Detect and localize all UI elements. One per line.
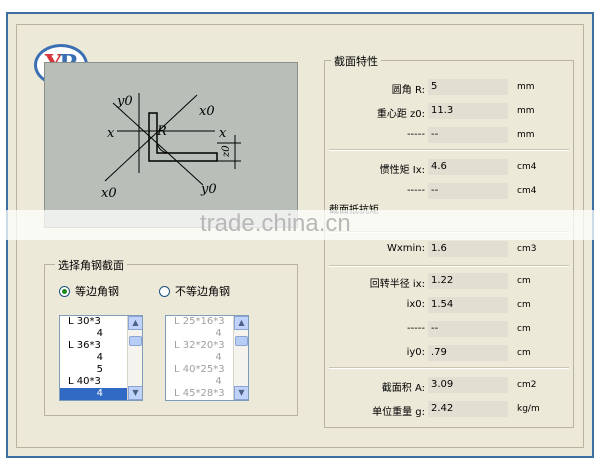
- scroll-up-arrow-icon[interactable]: ▲: [234, 316, 248, 330]
- property-label: -----: [406, 323, 425, 334]
- property-unit: cm: [517, 324, 531, 334]
- property-row: ----- -- cm: [325, 321, 575, 337]
- equal-angle-listbox[interactable]: L 30*3 4L 36*3 4 5L 40*3 4 ▲ ▼: [59, 315, 143, 401]
- scroll-up-arrow-icon[interactable]: ▲: [128, 316, 142, 330]
- section-drawing: y0 x0 x x R z0 x0 y0: [44, 62, 298, 228]
- label-x-right: x: [219, 126, 227, 141]
- property-unit: mm: [517, 106, 535, 116]
- property-row: iy0: .79 cm: [325, 345, 575, 361]
- scroll-thumb[interactable]: [235, 336, 248, 346]
- property-value-field: 1.6: [428, 241, 508, 257]
- separator-line: [329, 265, 569, 267]
- radio-unequal-dot[interactable]: [159, 285, 170, 297]
- label-x0-bottom: x0: [101, 186, 117, 201]
- radio-unequal-angle[interactable]: 不等边角钢: [159, 283, 230, 299]
- property-row: ----- -- mm: [325, 127, 575, 143]
- property-row: ----- -- cm4: [325, 183, 575, 199]
- property-unit: cm: [517, 348, 531, 358]
- property-label: Wxmin:: [386, 243, 425, 254]
- property-value-field: 4.6: [428, 159, 508, 175]
- property-unit: mm: [517, 130, 535, 140]
- property-row: 单位重量 g: 2.42 kg/m: [325, 401, 575, 418]
- property-unit: cm3: [517, 244, 537, 254]
- property-value-field: 11.3: [428, 103, 508, 119]
- property-unit: cm: [517, 300, 531, 310]
- label-r: R: [156, 124, 167, 139]
- property-label: 圆角 R:: [391, 85, 425, 96]
- property-value-field: 3.09: [428, 377, 508, 393]
- property-row: 圆角 R: 5 mm: [325, 79, 575, 96]
- property-row: Wxmin: 1.6 cm3: [325, 241, 575, 257]
- property-unit: cm4: [517, 162, 537, 172]
- angle-section-diagram: y0 x0 x x R z0 x0 y0: [101, 93, 241, 201]
- angle-selection-group: 选择角钢截面 等边角钢 不等边角钢 L 30*3 4L 36*3 4 5L 40…: [44, 257, 298, 416]
- unequal-list-scrollbar[interactable]: ▲ ▼: [233, 316, 248, 400]
- separator-line: [329, 149, 569, 151]
- radio-unequal-label: 不等边角钢: [175, 285, 230, 298]
- property-label: 截面积 A:: [381, 383, 425, 394]
- property-label: 单位重量 g:: [372, 407, 425, 418]
- property-row: 重心距 z0: 11.3 mm: [325, 103, 575, 120]
- property-value-field: .79: [428, 345, 508, 361]
- equal-list-scrollbar[interactable]: ▲ ▼: [127, 316, 142, 400]
- property-row: 截面积 A: 3.09 cm2: [325, 377, 575, 394]
- property-unit: cm: [517, 276, 531, 286]
- property-value-field: --: [428, 183, 508, 199]
- radio-equal-dot[interactable]: [59, 285, 70, 297]
- label-x-left: x: [107, 126, 115, 141]
- label-z0: z0: [221, 145, 232, 158]
- property-label: 惯性矩 Ix:: [379, 165, 425, 176]
- label-y0-bottom: y0: [200, 182, 217, 197]
- property-value-field: 1.22: [428, 273, 508, 289]
- property-unit: cm4: [517, 186, 537, 196]
- label-x0-top: x0: [199, 104, 215, 119]
- property-unit: cm2: [517, 380, 537, 390]
- property-unit: mm: [517, 82, 535, 92]
- property-label: -----: [406, 129, 425, 140]
- scroll-down-arrow-icon[interactable]: ▼: [128, 386, 142, 400]
- section-properties-group: 截面特性 圆角 R: 5 mm 重心距 z0: 11.3 mm ----- -- mm 惯性矩 I…: [324, 53, 575, 428]
- scroll-down-arrow-icon[interactable]: ▼: [234, 386, 248, 400]
- scroll-thumb[interactable]: [129, 336, 142, 346]
- unequal-angle-listbox[interactable]: L 25*16*3 4L 32*20*3 4L 40*25*3 4L 45*28…: [165, 315, 249, 401]
- property-label: 回转半径 ix:: [369, 279, 425, 290]
- property-row: ix0: 1.54 cm: [325, 297, 575, 313]
- property-label: ix0:: [406, 299, 425, 310]
- y0-axis-line: [112, 102, 204, 186]
- property-value-field: 5: [428, 79, 508, 95]
- property-unit: kg/m: [517, 404, 540, 414]
- watermark-text: trade.china.cn: [200, 210, 351, 237]
- property-value-field: --: [428, 321, 508, 337]
- radio-equal-angle[interactable]: 等边角钢: [59, 283, 119, 299]
- property-label: 重心距 z0:: [376, 109, 425, 120]
- property-label: iy0:: [406, 347, 425, 358]
- property-value-field: 2.42: [428, 401, 508, 417]
- label-y0-top: y0: [116, 94, 133, 109]
- property-value-field: --: [428, 127, 508, 143]
- property-row: 回转半径 ix: 1.22 cm: [325, 273, 575, 290]
- property-row: 惯性矩 Ix: 4.6 cm4: [325, 159, 575, 176]
- properties-title: 截面特性: [331, 53, 381, 69]
- radio-equal-label: 等边角钢: [75, 285, 119, 298]
- property-label: -----: [406, 185, 425, 196]
- separator-line: [329, 367, 569, 369]
- property-value-field: 1.54: [428, 297, 508, 313]
- group-title: 选择角钢截面: [55, 257, 127, 273]
